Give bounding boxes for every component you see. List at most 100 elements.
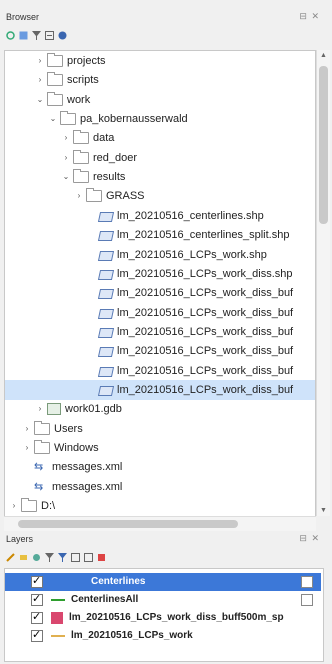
expand-down-icon[interactable]: ⌄ bbox=[48, 109, 58, 129]
group-indicator-icon[interactable] bbox=[301, 576, 313, 588]
browser-item[interactable]: › Windows bbox=[5, 438, 315, 458]
browser-item-label: lm_20210516_LCPs_work_diss_buf bbox=[117, 364, 294, 377]
browser-panel-title: Browser bbox=[6, 12, 40, 22]
browser-item[interactable]: ⌄ results bbox=[5, 167, 315, 187]
browser-vertical-scrollbar[interactable]: ▲ ▼ bbox=[316, 50, 330, 516]
expand-all-icon[interactable] bbox=[71, 552, 80, 562]
expand-right-icon[interactable]: › bbox=[9, 496, 19, 516]
vector-layer-icon bbox=[99, 230, 113, 240]
filter-icon[interactable] bbox=[32, 30, 41, 40]
layers-list[interactable]: Centerlines CenterlinesAll lm_20210516_LCP… bbox=[4, 568, 324, 662]
scrollbar-thumb[interactable] bbox=[319, 66, 328, 224]
filter-legend-icon[interactable] bbox=[45, 552, 54, 562]
folder-icon bbox=[34, 420, 50, 435]
expand-right-icon[interactable]: › bbox=[22, 419, 32, 439]
browser-item-label: Windows bbox=[54, 442, 99, 454]
browser-item[interactable]: ⇆ messages.xml bbox=[5, 477, 315, 497]
expand-right-icon[interactable]: › bbox=[74, 186, 84, 206]
layer-visibility-checkbox[interactable] bbox=[31, 608, 43, 626]
expand-right-icon[interactable]: › bbox=[35, 70, 45, 90]
layer-name: lm_20210516_LCPs_work_diss_buff500m_sp bbox=[69, 612, 284, 623]
layer-visibility-checkbox[interactable] bbox=[31, 590, 43, 608]
xml-file-icon: ⇆ bbox=[34, 461, 44, 474]
folder-icon bbox=[86, 188, 102, 203]
expand-down-icon[interactable]: ⌄ bbox=[35, 90, 45, 110]
browser-item[interactable]: lm_20210516_LCPs_work_diss_buf bbox=[5, 361, 315, 381]
browser-item[interactable]: › red_doer bbox=[5, 148, 315, 168]
expand-right-icon[interactable]: › bbox=[35, 51, 45, 71]
layer-visibility-checkbox[interactable] bbox=[31, 572, 43, 590]
browser-tree[interactable]: › projects › scripts ⌄ work ⌄ pa_kobernausserwa… bbox=[4, 50, 316, 518]
scroll-up-icon[interactable]: ▲ bbox=[320, 52, 327, 59]
xml-file-icon: ⇆ bbox=[34, 480, 44, 493]
browser-item-label: lm_20210516_LCPs_work_diss_buf bbox=[117, 325, 294, 338]
browser-item[interactable]: › Users bbox=[5, 419, 315, 439]
horizontal-scrollbar-thumb[interactable] bbox=[18, 520, 238, 528]
browser-item[interactable]: lm_20210516_LCPs_work_diss_buf bbox=[5, 283, 315, 303]
expand-right-icon[interactable]: › bbox=[35, 399, 45, 419]
layers-panel-controls[interactable]: ⊟ ✕ bbox=[299, 533, 320, 544]
info-icon[interactable] bbox=[58, 31, 67, 40]
browser-item-label: scripts bbox=[67, 74, 99, 87]
refresh-icon[interactable] bbox=[6, 30, 15, 40]
layer-item[interactable]: CenterlinesAll bbox=[5, 590, 321, 609]
expand-right-icon[interactable]: › bbox=[22, 438, 32, 458]
expand-down-icon[interactable]: ⌄ bbox=[61, 167, 71, 187]
browser-item[interactable]: lm_20210516_LCPs_work.shp bbox=[5, 245, 315, 265]
browser-item[interactable]: › data bbox=[5, 128, 315, 148]
browser-item[interactable]: lm_20210516_LCPs_work_diss.shp bbox=[5, 264, 315, 284]
browser-item[interactable]: ⇆ messages.xml bbox=[5, 457, 315, 477]
browser-item-label: messages.xml bbox=[52, 461, 123, 474]
remove-layer-icon[interactable] bbox=[97, 553, 106, 562]
browser-horizontal-scrollbar[interactable] bbox=[4, 516, 316, 531]
browser-item[interactable]: ⌄ work bbox=[5, 90, 315, 110]
geodatabase-icon bbox=[47, 403, 61, 416]
browser-panel-controls[interactable]: ⊟ ✕ bbox=[299, 11, 320, 22]
folder-icon bbox=[47, 91, 63, 106]
browser-item[interactable]: lm_20210516_LCPs_work_diss_buf bbox=[5, 303, 315, 323]
expand-right-icon[interactable]: › bbox=[61, 148, 71, 168]
expand-right-icon[interactable]: › bbox=[61, 128, 71, 148]
layer-indicator-icon[interactable] bbox=[301, 594, 313, 606]
browser-item-label: projects bbox=[67, 55, 106, 67]
browser-item-label: pa_kobernausserwald bbox=[80, 113, 188, 126]
layer-item[interactable]: lm_20210516_LCPs_work bbox=[5, 626, 321, 645]
browser-item[interactable]: lm_20210516_centerlines.shp bbox=[5, 206, 315, 226]
browser-item[interactable]: › GRASS bbox=[5, 186, 315, 206]
browser-item[interactable]: lm_20210516_LCPs_work_diss_buf bbox=[5, 379, 315, 400]
folder-icon bbox=[60, 111, 76, 126]
filter-expression-icon[interactable] bbox=[58, 552, 67, 562]
layer-visibility-checkbox[interactable] bbox=[31, 626, 43, 644]
browser-item[interactable]: lm_20210516_LCPs_work_diss_buf bbox=[5, 341, 315, 361]
browser-item-label: lm_20210516_LCPs_work_diss_buf bbox=[117, 287, 294, 300]
add-icon[interactable] bbox=[19, 31, 28, 40]
vector-layer-icon bbox=[99, 385, 113, 395]
browser-item-label: lm_20210516_centerlines.shp bbox=[117, 209, 264, 222]
browser-item[interactable]: › work01.gdb bbox=[5, 399, 315, 419]
vector-layer-icon bbox=[99, 211, 113, 221]
browser-item-label: lm_20210516_centerlines_split.shp bbox=[117, 229, 290, 242]
scroll-down-icon[interactable]: ▼ bbox=[320, 507, 327, 514]
collapse-icon[interactable] bbox=[45, 30, 54, 40]
folder-icon bbox=[73, 130, 89, 145]
browser-item-label: GRASS bbox=[106, 190, 145, 203]
browser-item[interactable]: lm_20210516_LCPs_work_diss_buf bbox=[5, 322, 315, 342]
browser-item[interactable]: › scripts bbox=[5, 70, 315, 90]
layer-item[interactable]: lm_20210516_LCPs_work_diss_buff500m_sp bbox=[5, 608, 321, 627]
collapse-all-icon[interactable] bbox=[84, 552, 93, 562]
browser-panel-header: Browser ⊟ ✕ bbox=[0, 10, 332, 26]
browser-item[interactable]: lm_20210516_centerlines_split.shp bbox=[5, 225, 315, 245]
layers-panel-header: Layers ⊟ ✕ bbox=[0, 532, 332, 548]
browser-item[interactable]: ⌄ pa_kobernausserwald bbox=[5, 109, 315, 129]
layer-item[interactable]: Centerlines bbox=[5, 572, 321, 591]
folder-icon bbox=[34, 440, 50, 454]
browser-item[interactable]: › projects bbox=[5, 51, 315, 71]
layer-name: Centerlines bbox=[91, 576, 146, 587]
folder-icon bbox=[47, 53, 63, 67]
browser-item[interactable]: › D:\ bbox=[5, 496, 315, 516]
manage-map-themes-icon[interactable] bbox=[32, 553, 41, 562]
style-icon[interactable] bbox=[6, 552, 15, 562]
layer-symbol-icon bbox=[51, 635, 65, 637]
browser-item-label: lm_20210516_LCPs_work_diss_buf bbox=[117, 383, 294, 396]
add-group-icon[interactable] bbox=[19, 553, 28, 562]
